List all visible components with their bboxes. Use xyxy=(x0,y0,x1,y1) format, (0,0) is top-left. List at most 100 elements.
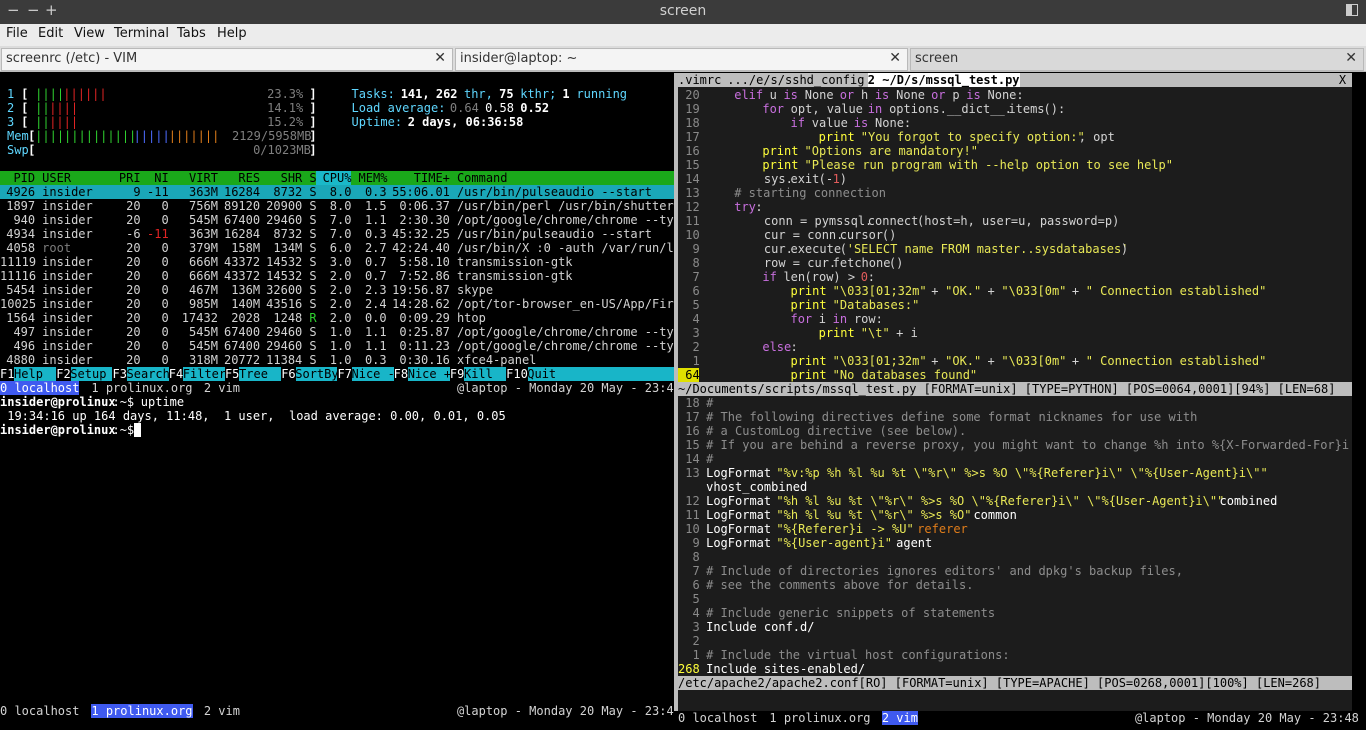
line-number: 9 xyxy=(678,242,700,256)
terminal-area[interactable]: 1[|||| |||||| 23.3%] 2[|| |||| 14.1%] 3[|| ||||… xyxy=(0,73,1366,730)
conf-token: LogFormat xyxy=(706,522,779,536)
menu-tabs[interactable]: Tabs xyxy=(177,27,206,41)
line-number: 13 xyxy=(678,466,700,480)
process-cell: 11119 xyxy=(0,255,37,269)
process-cell: insider xyxy=(42,339,93,353)
process-cell: 32600 xyxy=(266,283,303,297)
line-number: 12 xyxy=(678,200,700,214)
code-line: 10 cur = conn. cursor() xyxy=(678,228,1352,242)
process-cell: 0 xyxy=(161,241,169,255)
process-cell: 20 xyxy=(126,339,141,353)
process-cell: 1.5 xyxy=(364,199,387,213)
menu-edit[interactable]: Edit xyxy=(38,27,63,41)
code-token: " Connection established" xyxy=(1085,354,1267,368)
process-cell: 545M xyxy=(189,339,218,353)
code-token: items xyxy=(1008,102,1045,116)
fkey[interactable]: F3 xyxy=(112,367,127,381)
close-icon[interactable]: ✕ xyxy=(1345,51,1357,65)
vim-tab[interactable]: .../e/s/sshd_config xyxy=(727,73,864,87)
line-number: 15 xyxy=(678,438,700,452)
fkey-label[interactable]: Filter xyxy=(183,367,226,381)
window-0[interactable]: 0 localhost xyxy=(0,704,79,718)
left-pane[interactable]: 1[|||| |||||| 23.3%] 2[|| |||| 14.1%] 3[|| ||||… xyxy=(0,73,674,730)
conf-token: "%{Referer}i -> %U" xyxy=(776,522,914,536)
fkey-label[interactable]: Tree xyxy=(239,367,268,381)
fkey-label[interactable]: Help xyxy=(14,367,43,381)
line-number: 11 xyxy=(678,508,700,522)
window-1[interactable]: 1 prolinux.org xyxy=(91,704,193,718)
menu-help[interactable]: Help xyxy=(217,27,247,41)
fkey-label[interactable]: Nice + xyxy=(408,367,451,381)
code-token: " Connection established" xyxy=(1085,284,1267,298)
collapse-icon[interactable] xyxy=(1346,4,1358,16)
fkey[interactable]: F8 xyxy=(393,367,409,381)
conf-line: 17 # The following directives define some… xyxy=(678,410,1352,424)
close-icon[interactable]: ✕ xyxy=(889,51,901,65)
conf-token: combined xyxy=(1212,494,1278,508)
line-number: 20 xyxy=(678,88,700,102)
process-cell: 16284 xyxy=(223,227,261,241)
conf-token: LogFormat xyxy=(706,494,779,508)
fkey[interactable]: F7 xyxy=(337,367,352,381)
menu-terminal[interactable]: Terminal xyxy=(114,27,169,41)
statusline-text: ~/Documents/scripts/mssql_test.py [FORMA… xyxy=(678,382,1336,396)
close-icon[interactable]: ✕ xyxy=(434,51,446,65)
menu-view[interactable]: View xyxy=(74,27,105,41)
fkey-label[interactable]: Nice - xyxy=(352,367,395,381)
code-token: elif xyxy=(734,88,764,102)
fkey[interactable]: F4 xyxy=(168,367,184,381)
vim-close-tab[interactable]: X xyxy=(1339,73,1346,87)
process-cell: insider xyxy=(42,185,93,199)
code-token: "OK." xyxy=(945,354,982,368)
fkey[interactable]: F9 xyxy=(449,367,465,381)
fkey[interactable]: F2 xyxy=(56,367,71,381)
fkey[interactable]: F1 xyxy=(0,367,15,381)
code-token: print xyxy=(790,354,827,368)
vim-tab-active[interactable]: 2 ~/D/s/mssql_test.py xyxy=(867,73,1020,87)
tab-insider-laptop[interactable]: insider@laptop: ~ ✕ xyxy=(455,48,908,71)
window-2[interactable]: 2 vim xyxy=(204,381,240,395)
code-token: connect xyxy=(867,214,919,228)
fkey-label[interactable]: Quit xyxy=(527,367,556,381)
code-line: 7 if len (row) > 0: xyxy=(678,270,1352,284)
code-token: cursor xyxy=(839,228,884,242)
window-0[interactable]: 0 localhost xyxy=(678,711,757,725)
window-2[interactable]: 2 vim xyxy=(881,711,918,725)
menu-file[interactable]: File xyxy=(6,27,28,41)
fkey[interactable]: F6 xyxy=(281,367,296,381)
code-token: "Options are mandatory!" xyxy=(804,144,978,158)
process-cell: transmission-gtk xyxy=(456,255,573,269)
process-cell: 29460 xyxy=(266,339,303,353)
vim-tab[interactable]: .vimrc xyxy=(678,73,721,87)
tab-screen[interactable]: screen ✕ xyxy=(910,48,1364,71)
right-pane-vim[interactable]: .vimrc .../e/s/sshd_config 2 ~/D/s/mssql_t… xyxy=(678,73,1352,711)
process-cell: -11 xyxy=(147,185,169,199)
conf-line: 2 xyxy=(678,634,1352,648)
fkey-label[interactable]: SortBy xyxy=(295,367,338,381)
fkey[interactable]: F10 xyxy=(506,367,528,381)
process-row: 4934 insider -6 -11 363M 16284 8732 S 7.0 0.3 45:3… xyxy=(0,227,674,241)
fkey-label[interactable]: Kill xyxy=(464,367,493,381)
code-token: None: xyxy=(980,88,1024,102)
screen-clock: @laptop - Monday 20 May - 23:48 xyxy=(456,381,674,395)
window-2[interactable]: 2 vim xyxy=(204,704,240,718)
conf-line: 10 LogFormat "%{Referer}i -> %U" referer xyxy=(678,522,1352,536)
tab-screenrc[interactable]: screenrc (/etc) - VIM ✕ xyxy=(1,48,453,71)
process-cell: 20 xyxy=(126,297,141,311)
fkey-label[interactable]: Setup xyxy=(70,367,106,381)
line-number: 14 xyxy=(678,452,700,466)
fkey[interactable]: F5 xyxy=(224,367,240,381)
process-cell: 67400 xyxy=(223,325,261,339)
column-mem: MEM% xyxy=(358,171,388,185)
fkey-label[interactable]: Search xyxy=(127,367,170,381)
window-0[interactable]: 0 localhost xyxy=(0,381,80,395)
conf-line: 15 # If you are behind a reverse proxy, y… xyxy=(678,438,1352,452)
process-cell: 4934 xyxy=(6,227,36,241)
conf-token: referer xyxy=(909,522,968,536)
window-1[interactable]: 1 prolinux.org xyxy=(769,711,870,725)
window-1[interactable]: 1 prolinux.org xyxy=(91,381,192,395)
code-token: + xyxy=(1064,284,1087,298)
process-cell: 17432 xyxy=(181,311,218,325)
running-label: running xyxy=(576,87,628,101)
